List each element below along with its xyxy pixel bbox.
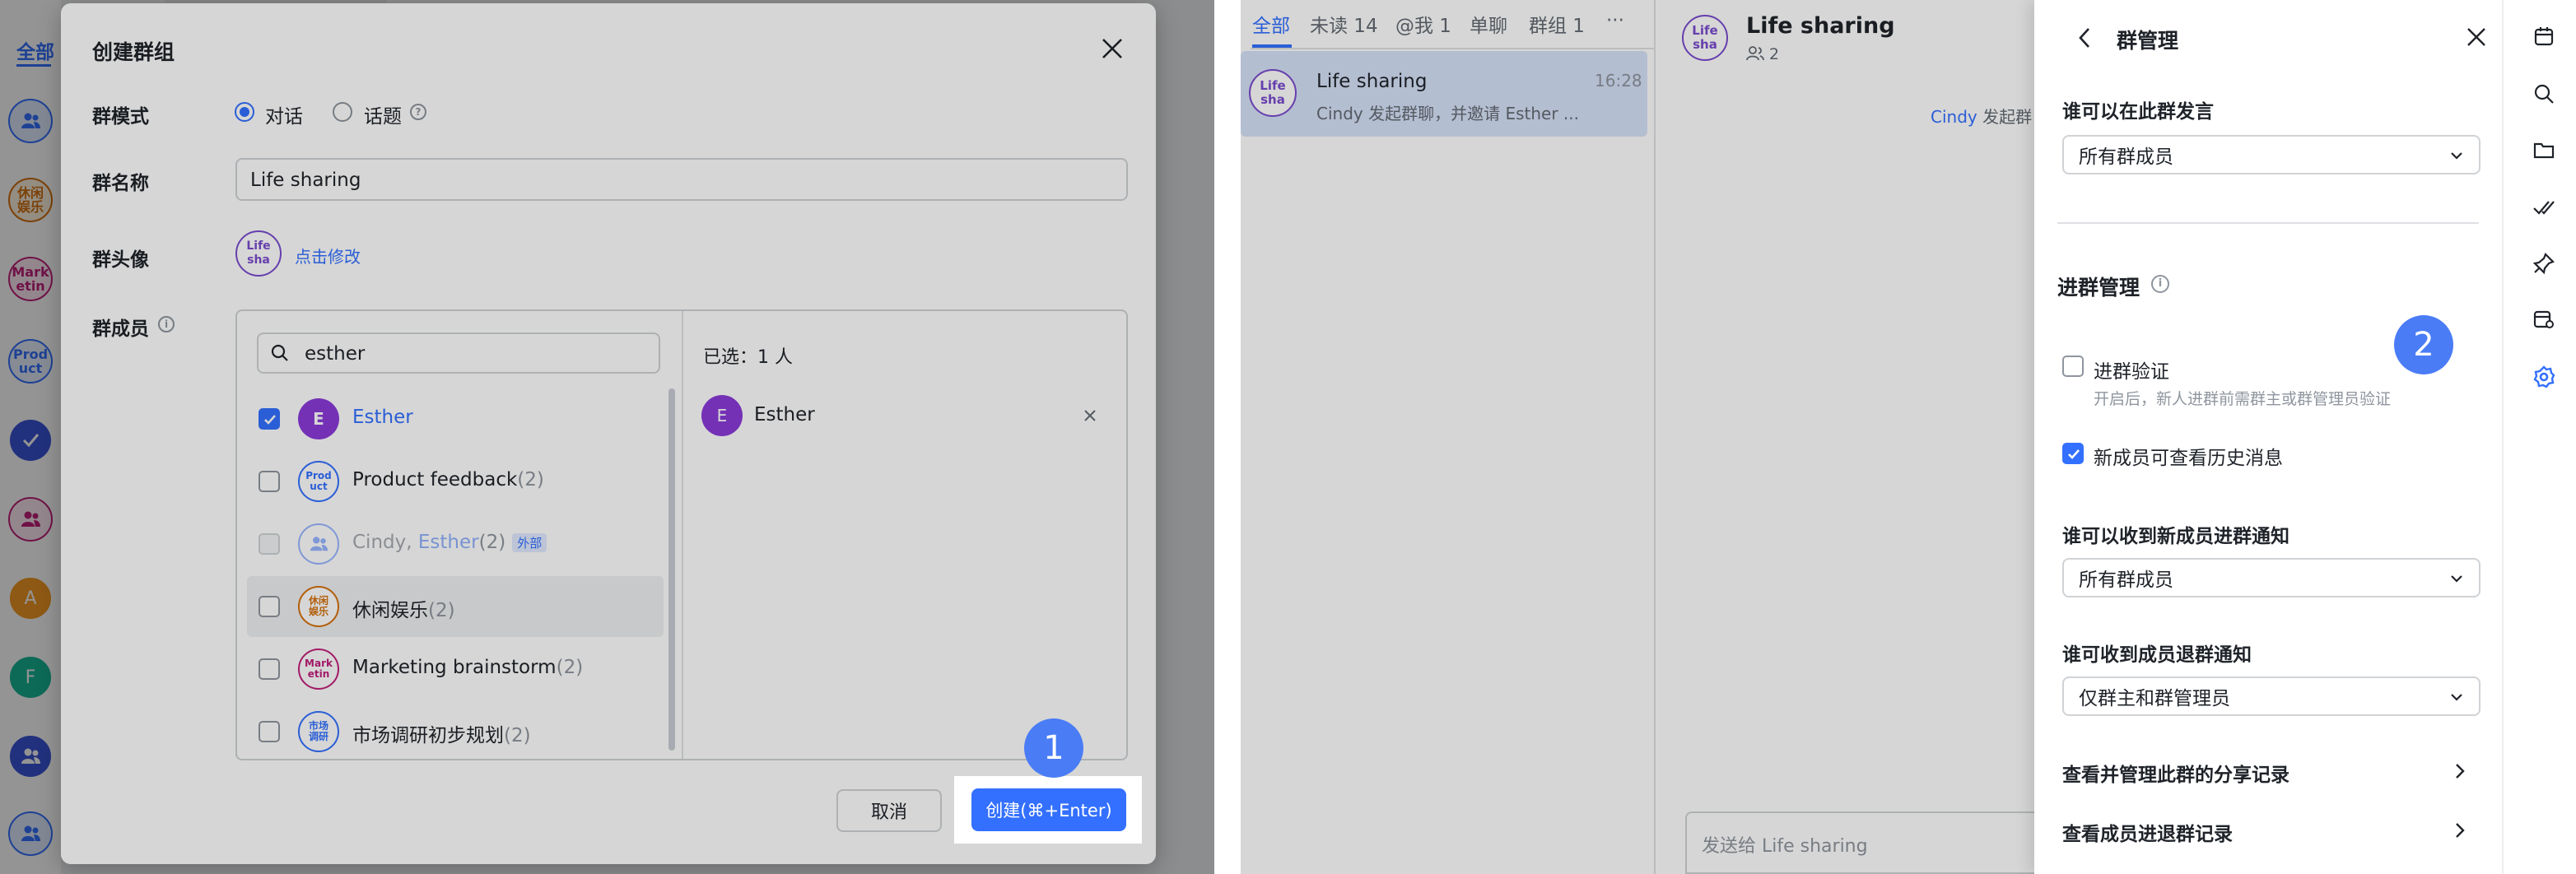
share-records-link[interactable]: 查看并管理此群的分享记录 <box>2062 757 2474 787</box>
who-can-speak-label: 谁可以在此群发言 <box>2062 101 2214 123</box>
join-notify-value: 所有群成员 <box>2079 569 2173 591</box>
group-manage-drawer: 群管理 谁可以在此群发言 所有群成员 进群管理 i 进群验证 开启后，新人进群前… <box>2034 0 2502 874</box>
chevron-down-icon <box>2451 694 2462 701</box>
info-icon[interactable]: i <box>2151 275 2169 293</box>
join-verify-label: 进群验证 <box>2094 361 2169 383</box>
share-records-label: 查看并管理此群的分享记录 <box>2062 765 2290 786</box>
leave-notify-label: 谁可收到成员退群通知 <box>2062 644 2252 666</box>
left-screenshot-panel: 全部 休闲 娱乐 Mark etin Prod uct A F 创建群组 群模式 对话 … <box>0 0 1214 874</box>
check-icon <box>2068 449 2080 459</box>
join-records-label: 查看成员进退群记录 <box>2062 824 2233 845</box>
who-can-speak-select[interactable]: 所有群成员 <box>2062 135 2481 174</box>
who-can-speak-value: 所有群成员 <box>2079 146 2173 168</box>
calendar-icon[interactable] <box>2532 25 2555 48</box>
drawer-title: 群管理 <box>2117 29 2179 53</box>
create-button[interactable]: 创建(⌘+Enter) <box>971 788 1126 831</box>
step-badge-1: 1 <box>1024 718 1083 778</box>
join-verify-checkbox[interactable] <box>2062 356 2084 377</box>
leave-notify-value: 仅群主和群管理员 <box>2079 688 2230 709</box>
back-arrow-icon[interactable] <box>2077 26 2092 49</box>
right-toolbar <box>2502 0 2576 874</box>
history-checkbox[interactable] <box>2062 443 2084 464</box>
chevron-right-icon <box>2456 764 2465 779</box>
join-records-link[interactable]: 查看成员进退群记录 <box>2062 816 2474 846</box>
join-management-title: 进群管理 <box>2057 276 2140 300</box>
right-screenshot-panel: 全部 未读 14 @我 1 单聊 群组 1 ··· Life sha Life shari… <box>1241 0 2576 874</box>
history-label: 新成员可查看历史消息 <box>2094 448 2283 469</box>
gear-icon[interactable] <box>2532 365 2555 388</box>
calendar-settings-icon[interactable] <box>2532 308 2555 331</box>
close-icon[interactable] <box>2466 26 2487 48</box>
search-icon[interactable] <box>2532 82 2555 105</box>
folder-icon[interactable] <box>2532 138 2555 161</box>
section-divider <box>2057 222 2479 224</box>
chevron-down-icon <box>2451 152 2462 160</box>
step-badge-2: 2 <box>2394 315 2453 374</box>
dialog-dim <box>61 3 1156 864</box>
panel-gap <box>1214 0 1241 874</box>
leave-notify-select[interactable]: 仅群主和群管理员 <box>2062 676 2481 716</box>
join-notify-label: 谁可以收到新成员进群通知 <box>2062 526 2290 547</box>
double-check-icon[interactable] <box>2532 196 2555 219</box>
pin-icon[interactable] <box>2532 252 2555 275</box>
join-notify-select[interactable]: 所有群成员 <box>2062 558 2481 597</box>
chevron-right-icon <box>2456 823 2465 838</box>
join-verify-desc: 开启后，新人进群前需群主或群管理员验证 <box>2094 390 2392 408</box>
chevron-down-icon <box>2451 575 2462 583</box>
